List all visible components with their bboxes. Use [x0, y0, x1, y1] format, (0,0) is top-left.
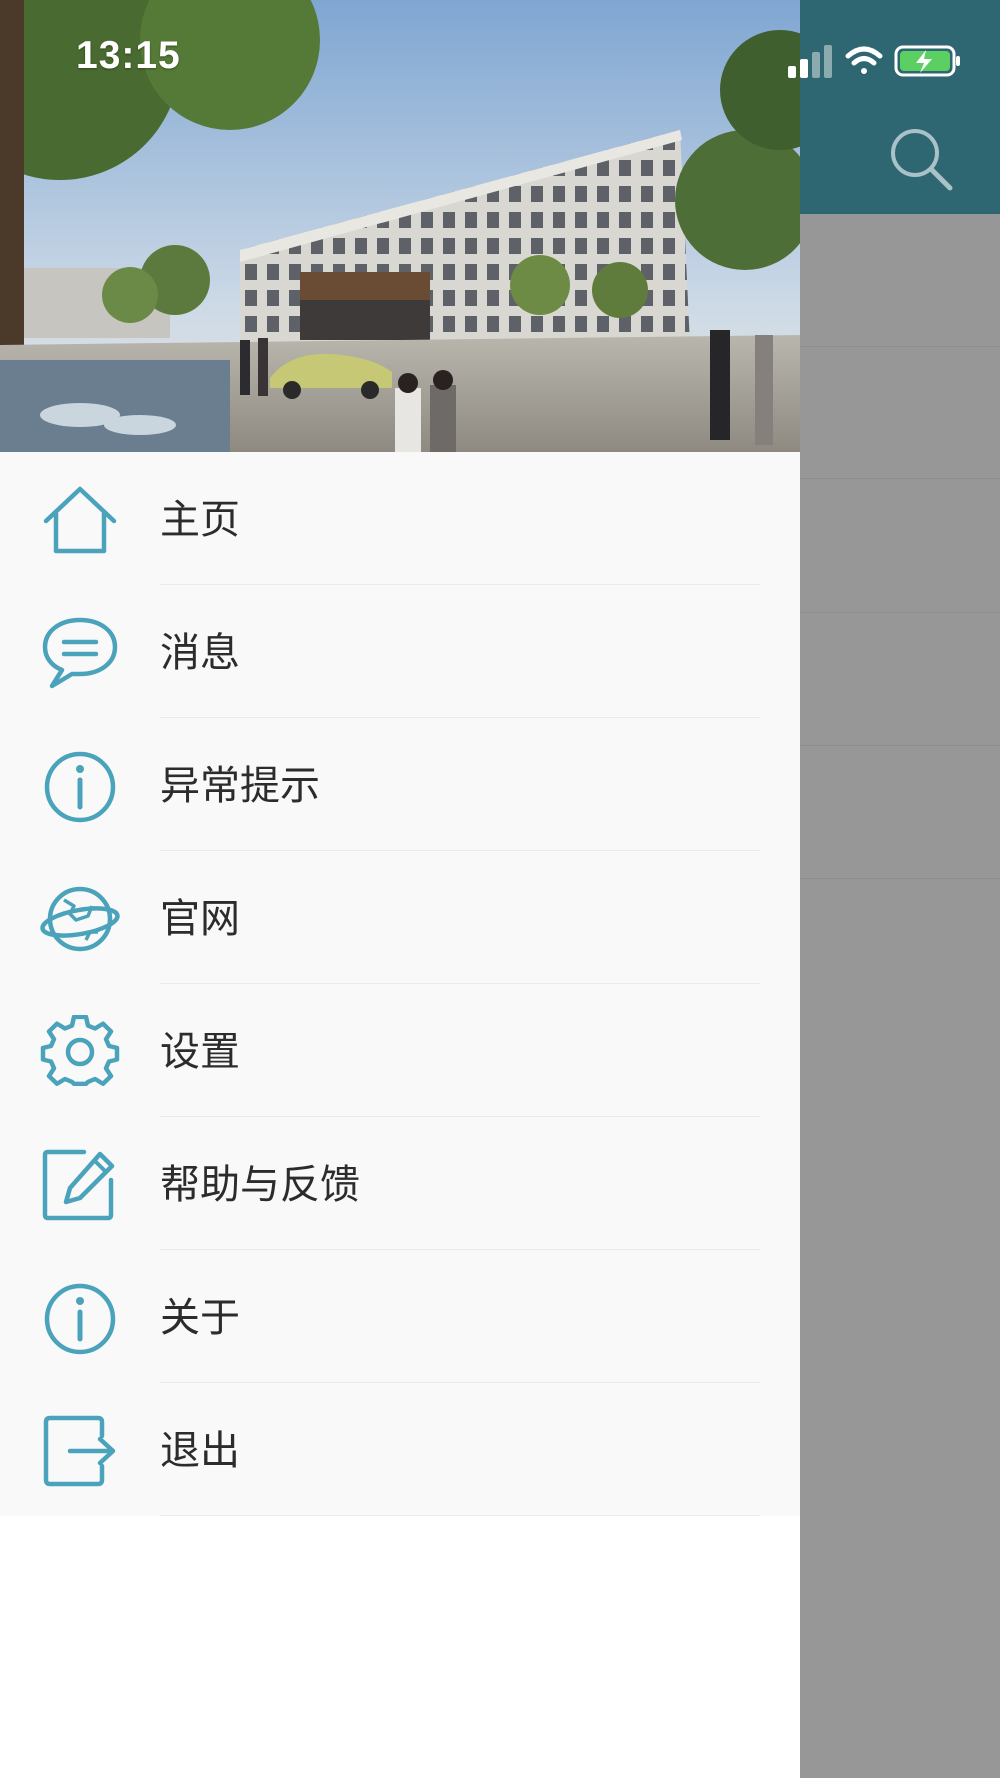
- background-row-divider: [800, 878, 1000, 879]
- edit-icon: [42, 1149, 115, 1221]
- search-icon[interactable]: [888, 126, 954, 192]
- message-icon: [42, 617, 118, 689]
- navigation-drawer: 主页 消息 异常提示 官网 设置 帮助与反馈 关于 退出: [0, 0, 800, 1778]
- menu-item-label: 主页: [160, 497, 240, 543]
- app-screen: 13:15 主页 消息 异常提示 官网 设置 帮助与反馈 关于 退出: [0, 0, 1000, 1778]
- status-bar-icons: [788, 45, 960, 78]
- menu-item-exception-alerts[interactable]: 异常提示: [0, 718, 800, 851]
- battery-charging-icon: [894, 45, 960, 77]
- menu-item-label: 关于: [160, 1295, 240, 1341]
- menu-item-label: 退出: [160, 1428, 240, 1474]
- logout-icon: [43, 1415, 116, 1487]
- gear-icon: [40, 1015, 120, 1086]
- menu-item-about[interactable]: 关于: [0, 1250, 800, 1383]
- menu-item-official-website[interactable]: 官网: [0, 851, 800, 984]
- divider: [160, 1515, 760, 1516]
- info-icon: [44, 1283, 116, 1355]
- menu-item-logout[interactable]: 退出: [0, 1383, 800, 1516]
- menu-item-label: 设置: [160, 1029, 240, 1075]
- background-row-divider: [800, 346, 1000, 347]
- status-bar-time: 13:15: [76, 34, 181, 77]
- globe-icon: [40, 886, 120, 952]
- menu-item-settings[interactable]: 设置: [0, 984, 800, 1117]
- menu-item-home[interactable]: 主页: [0, 452, 800, 585]
- signal-icon: [788, 45, 832, 78]
- drawer-menu: 主页 消息 异常提示 官网 设置 帮助与反馈 关于 退出: [0, 452, 800, 1516]
- menu-item-label: 帮助与反馈: [160, 1162, 360, 1208]
- info-icon: [44, 751, 116, 823]
- home-icon: [43, 486, 117, 554]
- menu-item-help-feedback[interactable]: 帮助与反馈: [0, 1117, 800, 1250]
- background-row-divider: [800, 612, 1000, 613]
- menu-item-messages[interactable]: 消息: [0, 585, 800, 718]
- menu-item-label: 异常提示: [160, 763, 320, 809]
- menu-item-label: 官网: [160, 896, 240, 942]
- background-row-divider: [800, 478, 1000, 479]
- wifi-icon: [845, 46, 883, 74]
- menu-item-label: 消息: [160, 630, 240, 676]
- background-row-divider: [800, 745, 1000, 746]
